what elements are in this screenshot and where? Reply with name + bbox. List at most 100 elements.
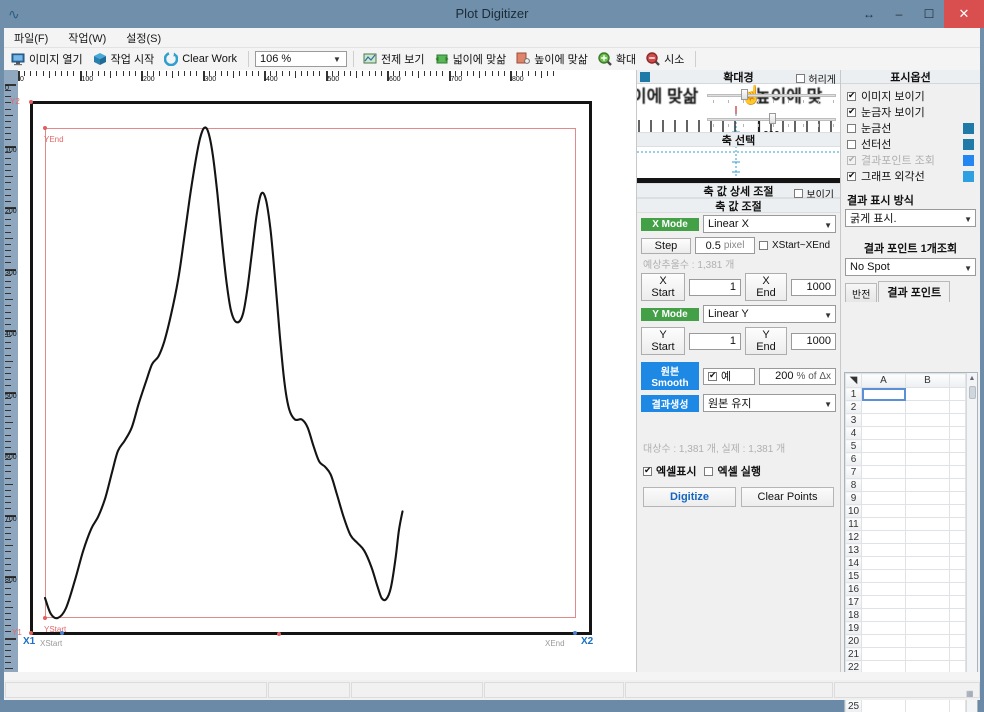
grid-cell[interactable] — [905, 439, 950, 453]
row-header-cell[interactable]: 16 — [845, 582, 862, 596]
option-image-visible[interactable]: 이미지 보이기 — [841, 88, 980, 104]
row-header-cell[interactable]: 13 — [845, 543, 862, 557]
zoom-out-button[interactable]: 시소 — [643, 50, 689, 68]
checkbox-excel-show[interactable] — [643, 465, 652, 476]
grid-cell[interactable] — [861, 647, 906, 661]
grid-cell[interactable] — [905, 582, 950, 596]
grid-cell[interactable] — [861, 387, 906, 401]
minimize-button[interactable]: – — [884, 0, 914, 28]
x-end-label[interactable]: X End — [745, 273, 787, 301]
grid-cell[interactable] — [949, 452, 966, 466]
y-end-input[interactable]: 1000 — [791, 332, 836, 350]
row-header-cell[interactable]: 19 — [845, 621, 862, 635]
grid-cell[interactable] — [861, 478, 906, 492]
grid-cell[interactable] — [949, 413, 966, 427]
grid-cell[interactable] — [861, 634, 906, 648]
smooth-percent-input[interactable]: 200 % of Δx — [759, 367, 836, 385]
grid-cell[interactable] — [949, 491, 966, 505]
grid-col-header-blank[interactable] — [949, 373, 966, 388]
grid-cell[interactable] — [905, 608, 950, 622]
option-centerline[interactable]: 선터선 — [841, 136, 980, 152]
grid-cell[interactable] — [861, 582, 906, 596]
horizontal-ruler[interactable]: 0 100 200 300 400 500 600 700 800 — [18, 70, 636, 84]
grid-cell[interactable] — [905, 465, 950, 479]
close-button[interactable]: ✕ — [944, 0, 984, 28]
zoom-in-button[interactable]: 확대 — [595, 50, 641, 68]
menu-file[interactable]: 파일(F) — [4, 28, 58, 48]
checkbox-centerline[interactable] — [847, 139, 856, 149]
grid-cell[interactable] — [861, 413, 906, 427]
grid-cell[interactable] — [861, 400, 906, 414]
grid-cell[interactable] — [949, 634, 966, 648]
smooth-yes-checkbox-wrap[interactable]: 예 — [703, 367, 755, 385]
row-header-cell[interactable]: 4 — [845, 426, 862, 440]
option-gridline[interactable]: 눈금선 — [841, 120, 980, 136]
x-end-input[interactable]: 1000 — [791, 278, 836, 296]
grid-cell[interactable] — [905, 530, 950, 544]
table-row[interactable]: 2 — [845, 400, 966, 414]
digitize-button[interactable]: Digitize — [643, 487, 736, 507]
grid-corner-cell[interactable]: ◥ — [845, 373, 862, 388]
checkbox-excel-run[interactable] — [704, 466, 714, 476]
grid-cell[interactable] — [861, 556, 906, 570]
tab-result-points[interactable]: 결과 포인트 — [878, 281, 951, 302]
maximize-button[interactable]: ☐ — [914, 0, 944, 28]
table-row[interactable]: 11 — [845, 517, 966, 531]
marker-point-bottom-mid[interactable] — [277, 632, 281, 636]
fit-all-button[interactable]: 전제 보기 — [360, 50, 430, 68]
row-header-cell[interactable]: 25 — [845, 699, 862, 712]
table-row[interactable]: 10 — [845, 504, 966, 518]
y-end-label[interactable]: Y End — [745, 327, 787, 355]
table-row[interactable]: 17 — [845, 595, 966, 609]
clear-points-button[interactable]: Clear Points — [741, 487, 834, 507]
start-work-button[interactable]: 작업 시작 — [90, 50, 160, 68]
y-start-label[interactable]: Y Start — [641, 327, 685, 355]
grid-cell[interactable] — [949, 699, 966, 712]
marker-point-y1[interactable] — [29, 631, 33, 635]
grid-col-header-b[interactable]: B — [905, 373, 950, 388]
row-header-cell[interactable]: 20 — [845, 634, 862, 648]
row-header-cell[interactable]: 3 — [845, 413, 862, 427]
marker-point-xstart[interactable] — [60, 631, 64, 635]
table-row[interactable]: 7 — [845, 465, 966, 479]
plot-surface[interactable]: Y2 YEnd YStart Y1 X1 XStart XEnd X2 — [10, 84, 636, 678]
marker-point-yend[interactable] — [43, 126, 47, 130]
result-style-select[interactable]: 굵게 표시. ▼ — [845, 209, 976, 227]
y-start-input[interactable]: 1 — [689, 332, 741, 350]
slider-thumb[interactable] — [769, 113, 776, 124]
checkbox-axis-detail-show[interactable] — [794, 189, 804, 198]
row-header-cell[interactable]: 10 — [845, 504, 862, 518]
clear-work-button[interactable]: Clear Work — [161, 51, 242, 67]
table-row[interactable]: 3 — [845, 413, 966, 427]
row-header-cell[interactable]: 5 — [845, 439, 862, 453]
row-header-cell[interactable]: 11 — [845, 517, 862, 531]
grid-cell[interactable] — [905, 413, 950, 427]
x-start-label[interactable]: X Start — [641, 273, 685, 301]
x-start-input[interactable]: 1 — [689, 278, 741, 296]
grid-cell[interactable] — [949, 569, 966, 583]
grid-cell[interactable] — [905, 699, 950, 712]
row-header-cell[interactable]: 21 — [845, 647, 862, 661]
scroll-up-arrow-icon[interactable]: ▲ — [967, 373, 977, 384]
grid-cell[interactable] — [905, 543, 950, 557]
row-header-cell[interactable]: 18 — [845, 608, 862, 622]
checkbox-ruler-visible[interactable] — [847, 106, 856, 117]
marker-point-ystart[interactable] — [43, 616, 47, 620]
zoom-level-slider[interactable] — [707, 89, 836, 103]
restore-size-button[interactable]: ↔ — [854, 0, 884, 28]
table-row[interactable]: 6 — [845, 452, 966, 466]
grid-cell[interactable] — [949, 608, 966, 622]
table-row[interactable]: 19 — [845, 621, 966, 635]
option-ruler-visible[interactable]: 눈금자 보이기 — [841, 104, 980, 120]
result-point-color-swatch[interactable] — [963, 154, 974, 166]
table-row[interactable]: 9 — [845, 491, 966, 505]
grid-cell[interactable] — [949, 387, 966, 401]
table-row[interactable]: 5 — [845, 439, 966, 453]
grid-cell[interactable] — [949, 582, 966, 596]
grid-cell[interactable] — [905, 452, 950, 466]
grid-cell[interactable] — [949, 439, 966, 453]
row-header-cell[interactable]: 9 — [845, 491, 862, 505]
grid-cell[interactable] — [949, 595, 966, 609]
grid-cell[interactable] — [949, 556, 966, 570]
grid-cell[interactable] — [861, 439, 906, 453]
